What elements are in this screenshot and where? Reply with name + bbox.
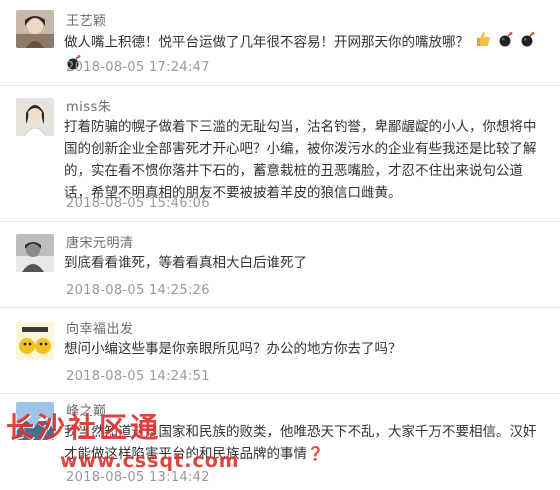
comment-item: 王艺颖 做人嘴上积德！悦平台运做了几年很不容易！开网那天你的嘴放哪？ 2018-… <box>0 0 560 86</box>
comment-item: 峰之巅 我当然知道这是国家和民族的败类，他唯恐天下不乱，大家千万不要相信。汉奸才… <box>0 394 560 490</box>
comment-username[interactable]: 峰之巅 <box>66 400 107 419</box>
comment-timestamp: 2018-08-05 17:24:47 <box>66 60 210 75</box>
comment-username[interactable]: 向幸福出发 <box>66 318 134 337</box>
comment-item: 向幸福出发 想问小编这些事是你亲眼所见吗？办公的地方你去了吗？ 2018-08-… <box>0 308 560 394</box>
comment-username[interactable]: 王艺颖 <box>66 10 107 29</box>
comment-item: miss朱 打着防骗的幌子做着下三滥的无耻勾当，沽名钓誉，卑鄙龌龊的小人，你想将… <box>0 86 560 222</box>
comment-item: 唐宋元明清 到底看看谁死，等着看真相大白后谁死了 2018-08-05 14:2… <box>0 222 560 308</box>
comment-text: 打着防骗的幌子做着下三滥的无耻勾当，沽名钓誉，卑鄙龌龊的小人，你想将中国的创新企… <box>64 119 537 201</box>
avatar[interactable] <box>16 402 54 440</box>
avatar[interactable] <box>16 98 54 136</box>
comment-timestamp: 2018-08-05 14:25:26 <box>66 283 210 298</box>
question-mark-icon: ❓ <box>307 446 324 462</box>
bomb-icon <box>498 31 514 54</box>
comment-timestamp: 2018-08-05 14:24:51 <box>66 369 210 384</box>
comment-text-body: 我当然知道这是国家和民族的败类，他唯恐天下不乱，大家千万不要相信。汉奸才能做这样… <box>64 424 537 462</box>
thumbs-up-icon <box>475 31 491 54</box>
avatar[interactable] <box>16 322 54 360</box>
comment-text: 到底看看谁死，等着看真相大白后谁死了 <box>64 255 307 271</box>
bomb-icon <box>520 31 536 54</box>
avatar[interactable] <box>16 234 54 272</box>
comment-timestamp: 2018-08-05 15:46:06 <box>66 196 210 211</box>
comment-text: 我当然知道这是国家和民族的败类，他唯恐天下不乱，大家千万不要相信。汉奸才能做这样… <box>64 421 540 465</box>
comment-username[interactable]: 唐宋元明清 <box>66 232 134 251</box>
avatar[interactable] <box>16 10 54 48</box>
comment-text: 想问小编这些事是你亲眼所见吗？办公的地方你去了吗？ <box>64 341 402 357</box>
comment-thread: 王艺颖 做人嘴上积德！悦平台运做了几年很不容易！开网那天你的嘴放哪？ 2018-… <box>0 0 560 490</box>
comment-username[interactable]: miss朱 <box>66 96 111 115</box>
comment-text-body: 做人嘴上积德！悦平台运做了几年很不容易！开网那天你的嘴放哪？ <box>64 34 469 51</box>
comment-timestamp: 2018-08-05 13:14:42 <box>66 470 210 485</box>
